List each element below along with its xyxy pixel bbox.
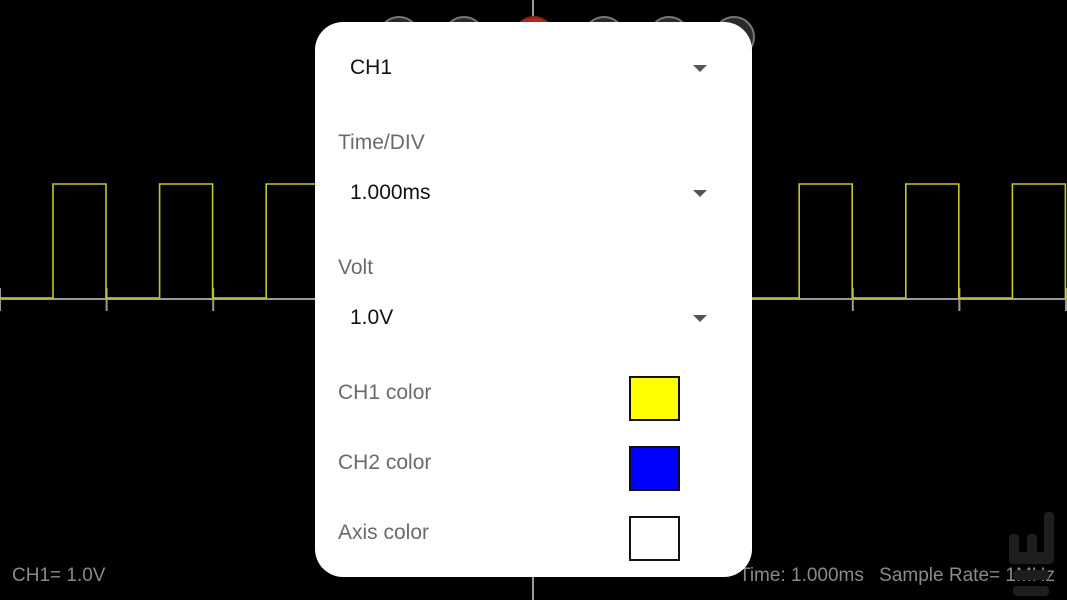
dropdown-arrow-icon [693,315,707,322]
dropdown-arrow-icon [693,190,707,197]
time-div-label: Time/DIV [338,131,425,154]
settings-dialog: CH1 Time/DIV 1.000ms Volt 1.0V CH1 color… [315,22,752,577]
axis-color-swatch[interactable] [629,516,680,561]
volt-label: Volt [338,256,374,279]
axis-color-label: Axis color [338,521,430,544]
volt-value: 1.0V [350,306,394,329]
ch1-color-label: CH1 color [338,381,432,404]
channel-dropdown[interactable]: CH1 [339,48,719,88]
time-div-dropdown[interactable]: 1.000ms [339,173,719,213]
channel-volt-readout: CH1= 1.0V [12,565,106,586]
ch2-color-swatch[interactable] [629,446,680,491]
volt-dropdown[interactable]: 1.0V [339,298,719,338]
ch1-color-swatch[interactable] [629,376,680,421]
time-div-value: 1.000ms [350,181,431,204]
channel-value: CH1 [350,56,393,79]
time-readout: Time: 1.000ms [738,565,864,586]
dropdown-arrow-icon [693,65,707,72]
app-logo-icon [1009,512,1054,596]
ch2-color-label: CH2 color [338,451,432,474]
